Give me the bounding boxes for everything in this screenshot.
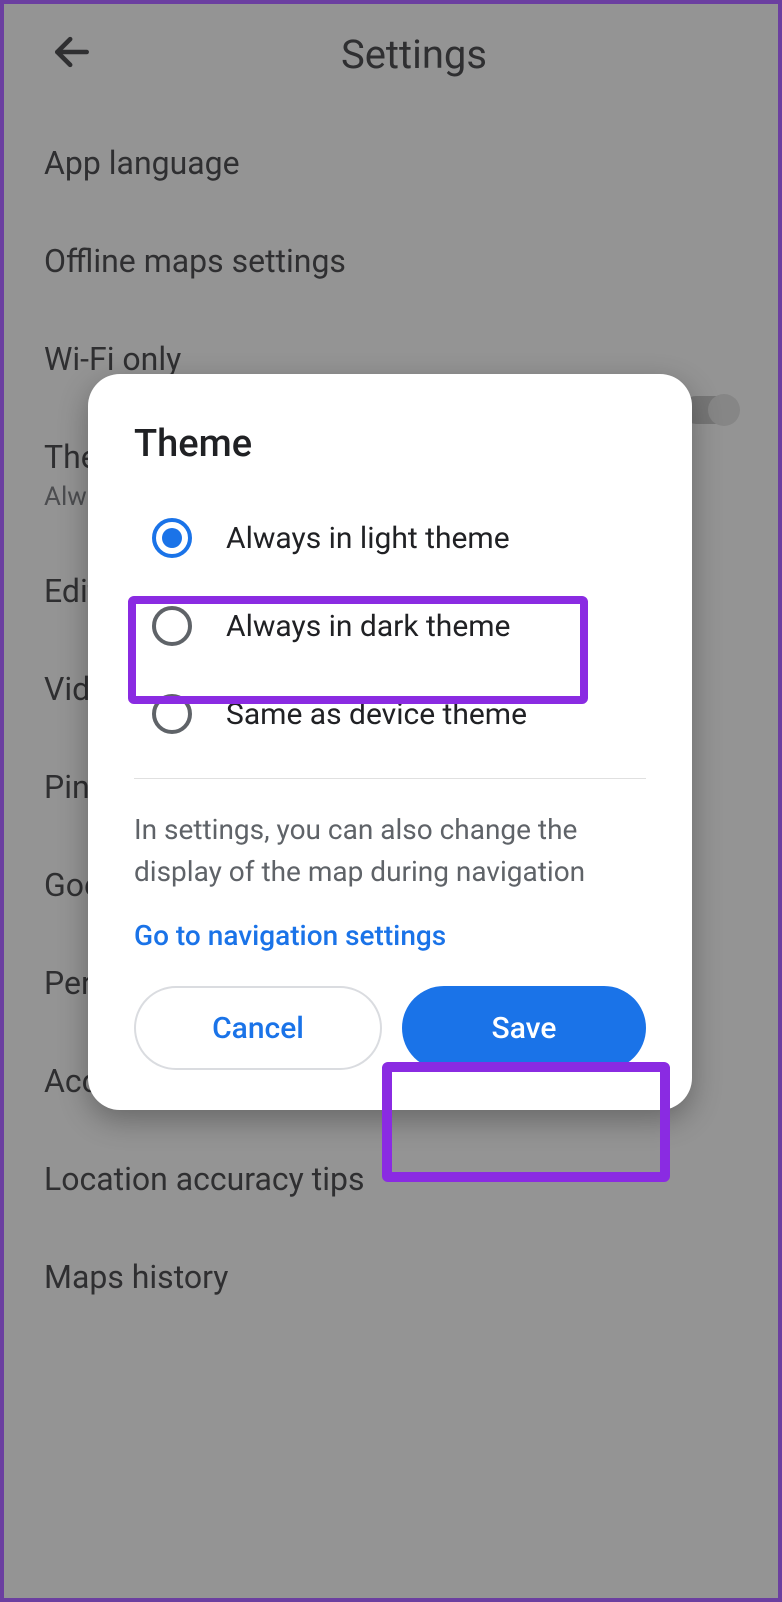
theme-option-dark[interactable]: Always in dark theme (88, 582, 692, 670)
dialog-buttons: Cancel Save (88, 986, 692, 1070)
radio-selected-icon (152, 518, 192, 558)
theme-dialog: Theme Always in light theme Always in da… (88, 374, 692, 1110)
option-label: Always in light theme (226, 521, 510, 556)
option-label: Same as device theme (226, 697, 527, 732)
cancel-button[interactable]: Cancel (134, 986, 382, 1070)
dialog-note: In settings, you can also change the dis… (88, 779, 692, 893)
dialog-title: Theme (88, 422, 692, 494)
radio-unselected-icon (152, 694, 192, 734)
navigation-settings-link[interactable]: Go to navigation settings (88, 893, 692, 986)
option-label: Always in dark theme (226, 609, 510, 644)
radio-unselected-icon (152, 606, 192, 646)
save-button[interactable]: Save (402, 986, 646, 1070)
theme-option-device[interactable]: Same as device theme (88, 670, 692, 758)
theme-option-light[interactable]: Always in light theme (88, 494, 692, 582)
